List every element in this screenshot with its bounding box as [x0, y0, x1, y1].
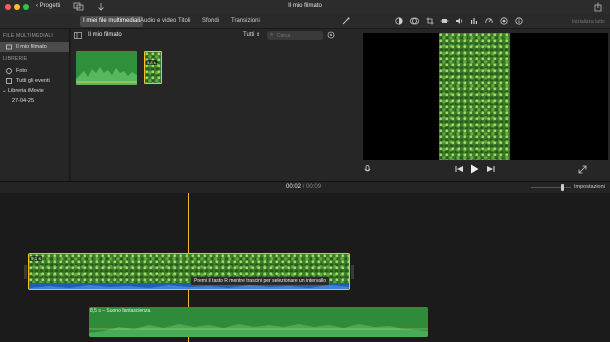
- microphone-icon[interactable]: [364, 165, 371, 176]
- left-trim-handle[interactable]: [24, 265, 27, 279]
- sidebar-item-all-events[interactable]: Tutti gli eventi: [0, 76, 69, 86]
- tab-titles[interactable]: Titoli: [175, 16, 193, 27]
- info-icon[interactable]: [515, 17, 523, 27]
- fullscreen-icon[interactable]: [578, 165, 587, 176]
- sidebar-toggle-icon[interactable]: [74, 32, 82, 41]
- chevron-updown-icon: ⇕: [256, 32, 261, 38]
- tab-audio-video[interactable]: Audio e video: [137, 16, 179, 27]
- sidebar-item-event[interactable]: 27-04-25: [0, 96, 69, 106]
- sidebar-item-photos-label: Foto: [16, 68, 28, 74]
- tab-backgrounds[interactable]: Sfondi: [199, 16, 222, 27]
- share-icon[interactable]: [594, 2, 602, 12]
- audio-clip-label: 8,5 s – Suono fantascienza: [90, 308, 151, 314]
- window-title: Il mio filmato: [288, 3, 322, 9]
- media-browser: Il mio filmato Tutti ⇕ ⌕ 5,8 s: [71, 29, 338, 181]
- video-preview: [363, 33, 608, 160]
- timeline-clip-duration: 9,1 s: [30, 256, 42, 261]
- timecode-separator: /: [302, 184, 305, 190]
- magic-wand-icon[interactable]: [342, 17, 350, 27]
- audio-clip-waveform: [89, 324, 428, 337]
- tab-backgrounds-label: Sfondi: [202, 18, 220, 24]
- timecode: 00:02 / 00:09: [286, 184, 321, 190]
- sidebar-item-project-label: Il mio filmato: [16, 44, 47, 50]
- filter-dropdown[interactable]: Tutti ⇕: [243, 32, 260, 38]
- search-field[interactable]: ⌕: [267, 31, 323, 40]
- zoom-slider[interactable]: [531, 184, 571, 191]
- photos-icon: [6, 68, 12, 74]
- audio-waveform: [76, 67, 137, 85]
- stabilization-icon[interactable]: [440, 17, 449, 27]
- sidebar-item-photos[interactable]: Foto: [0, 66, 69, 76]
- viewer-panel: [338, 29, 610, 181]
- sidebar-item-project[interactable]: Il mio filmato: [0, 42, 69, 52]
- sidebar-item-library-label: Libreria iMovie: [8, 88, 44, 94]
- zoom-slider-handle[interactable]: [561, 184, 564, 191]
- settings-gear-icon[interactable]: [327, 31, 335, 41]
- speed-icon[interactable]: [485, 17, 493, 27]
- timeline-settings-button[interactable]: Impostazioni: [574, 184, 605, 190]
- preview-frame: [439, 33, 510, 160]
- tab-transitions-label: Transizioni: [231, 18, 260, 24]
- timecode-total: 00:09: [306, 184, 322, 190]
- clip-duration-badge: 5,8 s: [146, 60, 157, 65]
- range-hint-tooltip: Premi il tasto R mentre trascini per sel…: [191, 277, 329, 285]
- search-icon: ⌕: [270, 32, 274, 38]
- tab-my-media[interactable]: I miei file multimediali: [80, 16, 144, 27]
- color-correction-icon[interactable]: [410, 17, 419, 27]
- media-tab-bar: I miei file multimediali Audio e video T…: [0, 14, 610, 29]
- libraries-section-heading: LIBRERIE: [3, 56, 28, 62]
- tab-titles-label: Titoli: [178, 18, 191, 24]
- film-icon: [6, 44, 12, 50]
- skip-back-button[interactable]: [455, 165, 464, 175]
- title-bar: ‹ Progetti Il mio filmato: [0, 0, 610, 14]
- search-input[interactable]: [277, 32, 321, 39]
- volume-icon[interactable]: [455, 17, 464, 27]
- tab-audio-video-label: Audio e video: [140, 18, 177, 24]
- crop-icon[interactable]: [426, 17, 434, 27]
- timeline-header: 00:02 / 00:09 Impostazioni: [0, 181, 610, 193]
- skip-forward-button[interactable]: [486, 165, 495, 175]
- sidebar-item-all-events-label: Tutti gli eventi: [16, 78, 50, 84]
- timecode-current: 00:02: [286, 184, 302, 190]
- browser-title: Il mio filmato: [88, 32, 122, 38]
- libraries-sidebar: FILE MULTIMEDIALI Il mio filmato LIBRERI…: [0, 29, 70, 181]
- reset-all-button[interactable]: Inizializza tutto: [572, 19, 605, 25]
- events-icon: [6, 78, 12, 84]
- timeline: 00:02 / 00:09 Impostazioni 9,1 s Premi i…: [0, 181, 610, 342]
- noise-reduction-icon[interactable]: [500, 17, 508, 27]
- tab-my-media-label: I miei file multimediali: [83, 18, 141, 24]
- disclosure-triangle-icon[interactable]: ⌄: [2, 86, 7, 96]
- equalizer-icon[interactable]: [470, 17, 478, 27]
- color-balance-icon[interactable]: [395, 17, 403, 27]
- right-trim-handle[interactable]: [351, 265, 354, 279]
- play-button[interactable]: [470, 164, 479, 176]
- audio-clip-thumbnail[interactable]: [76, 51, 137, 85]
- browser-header: Il mio filmato Tutti ⇕ ⌕: [71, 29, 338, 43]
- filter-dropdown-label: Tutti: [243, 32, 255, 38]
- sidebar-item-event-label: 27-04-25: [12, 98, 35, 104]
- video-clip-thumbnail[interactable]: 5,8 s: [144, 51, 162, 84]
- media-section-heading: FILE MULTIMEDIALI: [3, 33, 53, 39]
- tab-transitions[interactable]: Transizioni: [228, 16, 263, 27]
- timeline-audio-clip[interactable]: 8,5 s – Suono fantascienza: [89, 307, 428, 337]
- sidebar-item-library[interactable]: ⌄ Libreria iMovie: [0, 86, 69, 96]
